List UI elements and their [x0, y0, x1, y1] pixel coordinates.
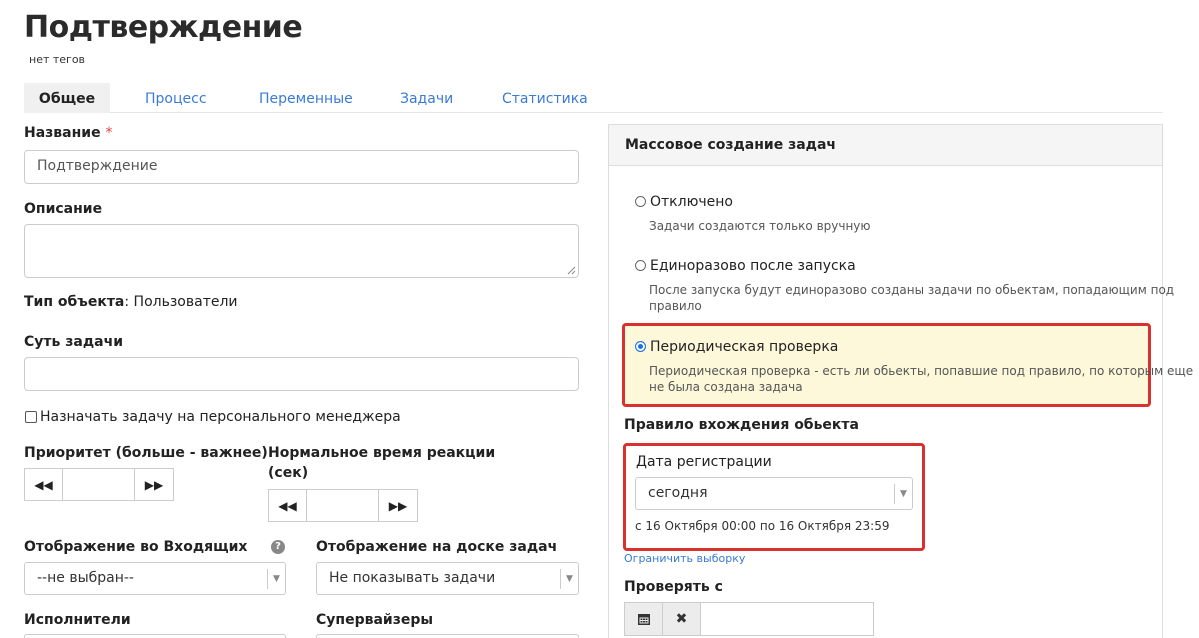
radio-disabled[interactable]: [635, 196, 646, 207]
option-disabled-label: Отключено: [650, 194, 733, 210]
option-once-desc-2: правило: [649, 299, 702, 313]
rewind-icon: ◀◀: [34, 477, 53, 492]
rewind-icon: ◀◀: [278, 498, 297, 513]
registration-date-select[interactable]: сегодня ▼: [635, 477, 913, 510]
object-type: Тип объекта: Пользователи: [24, 294, 238, 310]
check-from-input[interactable]: [701, 603, 873, 635]
option-disabled-desc: Задачи создаются только вручную: [649, 219, 871, 233]
description-textarea[interactable]: [24, 224, 579, 278]
tab-general[interactable]: Общее: [24, 83, 110, 113]
fast-forward-icon: ▶▶: [388, 498, 408, 513]
option-once-desc: После запуска будут единоразово созданы …: [649, 283, 1175, 297]
radio-periodic-check[interactable]: [635, 341, 646, 352]
description-label: Описание: [24, 201, 103, 217]
registration-date-label: Дата регистрации: [636, 454, 772, 470]
resize-handle-icon[interactable]: [567, 266, 576, 275]
check-from-label: Проверять с: [624, 579, 723, 595]
rule-heading: Правило вхождения обьекта: [624, 417, 859, 433]
calendar-button[interactable]: [625, 603, 663, 635]
assign-manager-checkbox[interactable]: [25, 411, 37, 423]
executors-select[interactable]: [24, 634, 286, 638]
tab-statistics[interactable]: Статистика: [502, 83, 588, 113]
limit-selection-link[interactable]: Ограничить выборку: [624, 552, 745, 565]
priority-label: Приоритет (больше - важнее): [24, 445, 268, 461]
reaction-increase-button[interactable]: ▶▶: [379, 490, 417, 521]
tab-bar: Общее Процесс Переменные Задачи Статисти…: [24, 83, 1163, 113]
tab-variables[interactable]: Переменные: [259, 83, 353, 113]
question-circle-icon[interactable]: ?: [271, 540, 285, 554]
reaction-time-label: Нормальное время реакции: [268, 445, 496, 461]
supervisors-label: Супервайзеры: [316, 612, 434, 628]
tags-label: нет тегов: [29, 53, 86, 66]
option-periodic-desc-2: не была создана задача: [649, 380, 803, 394]
chevron-down-icon: ▼: [560, 569, 578, 589]
priority-increase-button[interactable]: ▶▶: [135, 469, 173, 500]
radio-once-after-launch[interactable]: [635, 260, 646, 271]
page-title: Подтверждение: [24, 10, 303, 45]
option-periodic-label: Периодическая проверка: [650, 339, 839, 355]
board-display-label: Отображение на доске задач: [316, 539, 558, 555]
reaction-decrease-button[interactable]: ◀◀: [269, 490, 307, 521]
fast-forward-icon: ▶▶: [144, 477, 164, 492]
calendar-icon: [637, 614, 650, 625]
object-type-value: : Пользователи: [124, 294, 238, 310]
option-periodic-desc: Периодическая проверка - есть ли обьекты…: [649, 364, 1194, 378]
essence-label: Суть задачи: [24, 334, 123, 350]
chevron-down-icon: ▼: [267, 569, 285, 589]
mass-creation-heading: Массовое создание задач: [609, 125, 1162, 166]
required-marker: *: [105, 125, 113, 141]
reaction-time-input[interactable]: [307, 490, 379, 521]
inbox-display-select[interactable]: --не выбран-- ▼: [24, 562, 286, 595]
executors-label: Исполнители: [24, 612, 131, 628]
tab-process[interactable]: Процесс: [145, 83, 207, 113]
assign-manager-label: Назначать задачу на персонального менедж…: [40, 409, 401, 425]
chevron-down-icon: ▼: [894, 484, 912, 504]
check-from-datepicker: ✖: [624, 602, 874, 636]
close-icon: ✖: [675, 611, 688, 627]
priority-input[interactable]: [63, 469, 135, 500]
clear-date-button[interactable]: ✖: [663, 603, 701, 635]
priority-decrease-button[interactable]: ◀◀: [25, 469, 63, 500]
reaction-time-unit-label: (сек): [268, 465, 309, 481]
priority-stepper: ◀◀ ▶▶: [24, 468, 174, 501]
reaction-time-stepper: ◀◀ ▶▶: [268, 489, 418, 522]
object-type-label: Тип объекта: [24, 294, 125, 310]
rule-date-range: с 16 Октября 00:00 по 16 Октября 23:59: [635, 519, 890, 533]
name-input[interactable]: Подтверждение: [24, 150, 579, 184]
inbox-display-label: Отображение во Входящих: [24, 539, 248, 555]
board-display-select[interactable]: Не показывать задачи ▼: [316, 562, 579, 595]
option-once-label: Единоразово после запуска: [650, 258, 856, 274]
name-label: Название *: [24, 125, 113, 141]
supervisors-select[interactable]: [316, 634, 579, 638]
essence-input[interactable]: [24, 357, 579, 391]
tab-tasks[interactable]: Задачи: [400, 83, 453, 113]
